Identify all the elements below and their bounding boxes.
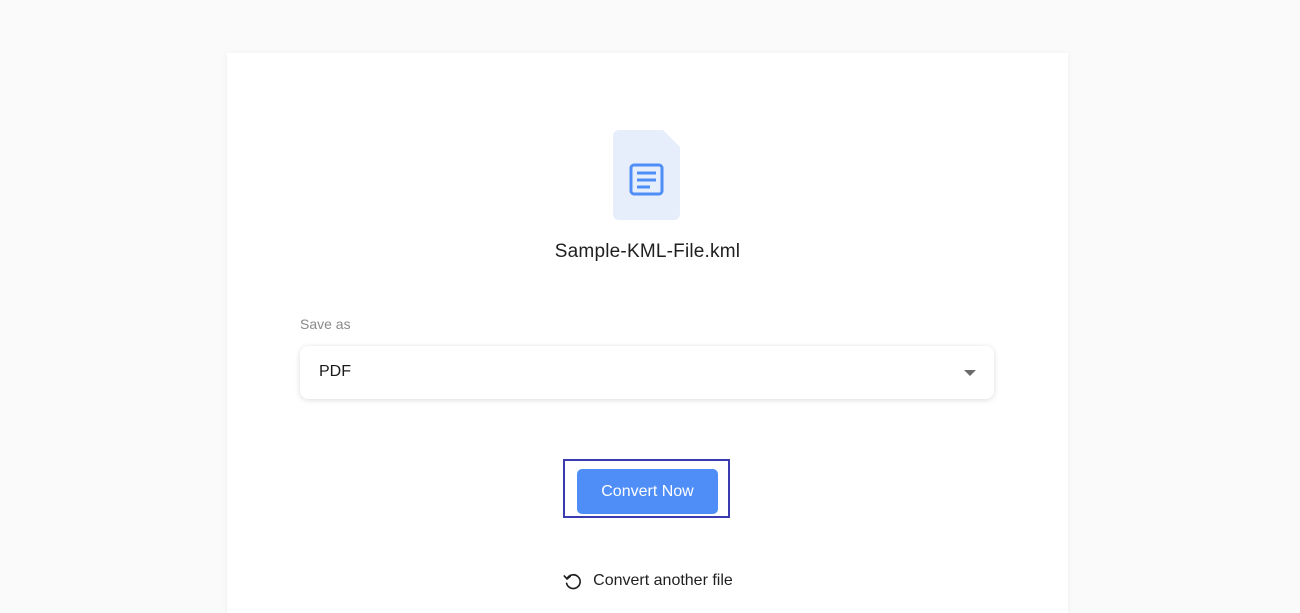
converter-card: Sample-KML-File.kml Save as PDF Convert … xyxy=(227,53,1068,613)
format-select[interactable]: PDF xyxy=(300,346,994,399)
convert-now-button[interactable]: Convert Now xyxy=(577,469,718,514)
refresh-icon xyxy=(563,573,582,590)
convert-another-file-link[interactable]: Convert another file xyxy=(227,569,1068,593)
save-as-label: Save as xyxy=(300,316,351,332)
file-name: Sample-KML-File.kml xyxy=(554,241,741,262)
caret-down-icon xyxy=(964,370,976,376)
format-select-value: PDF xyxy=(319,363,351,380)
document-icon xyxy=(613,130,680,220)
convert-another-file-label: Convert another file xyxy=(593,572,733,589)
